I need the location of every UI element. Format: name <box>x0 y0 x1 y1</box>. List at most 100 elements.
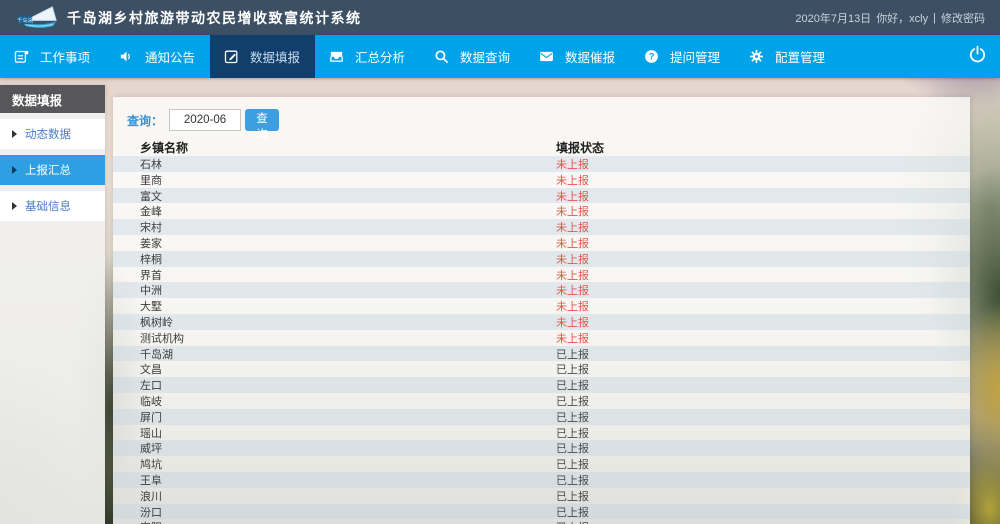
report-status-table: 石林未上报里商未上报富文未上报金峰未上报宋村未上报姜家未上报梓桐未上报界首未上报… <box>113 156 970 524</box>
table-row: 瑶山已上报 <box>113 425 970 441</box>
town-name: 屏门 <box>140 409 556 425</box>
sidebar-item-3[interactable]: 基础信息 <box>0 191 105 221</box>
nav-item-8[interactable]: 配置管理 <box>735 35 840 78</box>
town-name: 大墅 <box>140 298 556 314</box>
town-name: 测试机构 <box>140 330 556 346</box>
row-status: 未上报 <box>556 219 970 235</box>
chevron-right-icon <box>12 166 17 174</box>
mail-icon <box>538 48 555 65</box>
page-title: 千岛湖乡村旅游带动农民增收致富统计系统 <box>67 8 362 28</box>
nav-item-3[interactable]: 数据填报 <box>210 35 315 78</box>
main-panel: 查询： 查询 乡镇名称 填报状态 石林未上报里商未上报富文未上报金峰未上报宋村未… <box>113 97 970 524</box>
chevron-right-icon <box>12 130 17 138</box>
edit-icon <box>223 48 240 65</box>
town-name: 宋村 <box>140 219 556 235</box>
date-label: 2020年7月13日 <box>795 10 871 26</box>
nav-item-label: 汇总分析 <box>355 47 405 66</box>
sidebar-item-2[interactable]: 上报汇总 <box>0 155 105 185</box>
table-row: 梓桐未上报 <box>113 251 970 267</box>
town-name: 王阜 <box>140 472 556 488</box>
tasks-icon <box>13 48 30 65</box>
column-town-name: 乡镇名称 <box>140 139 556 156</box>
table-row: 中洲未上报 <box>113 282 970 298</box>
sidebar-item-label: 上报汇总 <box>25 162 71 178</box>
query-month-input[interactable] <box>169 109 241 131</box>
chevron-right-icon <box>12 202 17 210</box>
town-name: 姜家 <box>140 235 556 251</box>
nav-item-label: 数据填报 <box>250 47 300 66</box>
table-row: 富文未上报 <box>113 188 970 204</box>
row-status: 未上报 <box>556 156 970 172</box>
nav-item-label: 数据催报 <box>565 47 615 66</box>
row-status: 未上报 <box>556 188 970 204</box>
table-row: 里商未上报 <box>113 172 970 188</box>
row-status: 已上报 <box>556 393 970 409</box>
nav-item-5[interactable]: 数据查询 <box>420 35 525 78</box>
table-row: 威坪已上报 <box>113 440 970 456</box>
sidebar-item-1[interactable]: 动态数据 <box>0 119 105 149</box>
table-row: 文昌已上报 <box>113 361 970 377</box>
town-name: 瑶山 <box>140 425 556 441</box>
row-status: 已上报 <box>556 519 970 524</box>
table-header: 乡镇名称 填报状态 <box>113 138 970 156</box>
row-status: 已上报 <box>556 346 970 362</box>
power-icon <box>967 44 988 70</box>
table-row: 枫树岭未上报 <box>113 314 970 330</box>
nav-item-label: 配置管理 <box>775 47 825 66</box>
svg-text:千岛湖: 千岛湖 <box>17 16 33 24</box>
nav-item-7[interactable]: ? 提问管理 <box>630 35 735 78</box>
divider: | <box>933 12 936 24</box>
town-name: 界首 <box>140 267 556 283</box>
nav-items: 工作事项 通知公告 数据填报 汇总分析数据查询 数据催报? 提问管理 配置管理 <box>0 35 840 78</box>
row-status: 未上报 <box>556 298 970 314</box>
table-row: 汾口已上报 <box>113 504 970 520</box>
query-label: 查询： <box>127 112 163 129</box>
row-status: 已上报 <box>556 488 970 504</box>
svg-text:?: ? <box>649 52 655 62</box>
megaphone-icon <box>118 48 135 65</box>
change-password-link[interactable]: 修改密码 <box>941 10 985 26</box>
table-row: 宋村未上报 <box>113 219 970 235</box>
table-row: 左口已上报 <box>113 377 970 393</box>
nav-item-4[interactable]: 汇总分析 <box>315 35 420 78</box>
topbar: 千岛湖 千岛湖乡村旅游带动农民增收致富统计系统 2020年7月13日 你好，xc… <box>0 0 1000 35</box>
town-name: 汾口 <box>140 504 556 520</box>
table-row: 屏门已上报 <box>113 409 970 425</box>
logout-button[interactable] <box>961 35 994 78</box>
nav-item-2[interactable]: 通知公告 <box>105 35 210 78</box>
row-status: 已上报 <box>556 472 970 488</box>
nav-item-label: 提问管理 <box>670 47 720 66</box>
table-row: 王阜已上报 <box>113 472 970 488</box>
nav-item-label: 通知公告 <box>145 47 195 66</box>
table-row: 石林未上报 <box>113 156 970 172</box>
row-status: 未上报 <box>556 314 970 330</box>
town-name: 石林 <box>140 156 556 172</box>
row-status: 已上报 <box>556 409 970 425</box>
query-bar: 查询： 查询 <box>113 97 970 132</box>
sidebar-item-label: 动态数据 <box>25 126 71 142</box>
table-row: 测试机构未上报 <box>113 330 970 346</box>
row-status: 未上报 <box>556 235 970 251</box>
greeting-label: 你好，xcly <box>876 10 928 26</box>
archive-icon <box>328 48 345 65</box>
table-row: 浪川已上报 <box>113 488 970 504</box>
nav-item-6[interactable]: 数据催报 <box>525 35 630 78</box>
row-status: 未上报 <box>556 330 970 346</box>
row-status: 已上报 <box>556 440 970 456</box>
row-status: 未上报 <box>556 203 970 219</box>
town-name: 富文 <box>140 188 556 204</box>
query-button[interactable]: 查询 <box>245 109 279 131</box>
sidebar: 数据填报 动态数据上报汇总基础信息 <box>0 85 105 524</box>
sidebar-items: 动态数据上报汇总基础信息 <box>0 119 105 221</box>
table-row: 金峰未上报 <box>113 203 970 219</box>
table-row: 姜家未上报 <box>113 235 970 251</box>
row-status: 已上报 <box>556 425 970 441</box>
row-status: 已上报 <box>556 377 970 393</box>
nav-item-1[interactable]: 工作事项 <box>0 35 105 78</box>
town-name: 里商 <box>140 172 556 188</box>
town-name: 梓桐 <box>140 251 556 267</box>
question-icon: ? <box>643 48 660 65</box>
table-row: 千岛湖已上报 <box>113 346 970 362</box>
town-name: 临岐 <box>140 393 556 409</box>
row-status: 未上报 <box>556 267 970 283</box>
